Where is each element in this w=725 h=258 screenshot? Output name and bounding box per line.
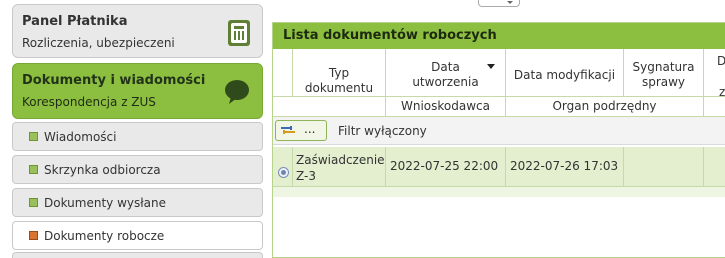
filter-bar: ... Filtr wyłączony [273, 117, 725, 145]
header-data-utworzenia[interactable]: Data utworzenia [386, 49, 506, 97]
speech-bubble-icon [225, 80, 249, 104]
dokumenty-i-wiadomosci-card[interactable]: Dokumenty i wiadomości Korespondencja z … [12, 63, 263, 119]
header-label: Data modyfikacji [513, 68, 616, 82]
sidebar-item-label: Wiadomości [44, 130, 117, 144]
filter-button[interactable]: ... [275, 120, 327, 141]
sidebar-item-skrzynka-odbiorcza[interactable]: Skrzynka odbiorcza [12, 155, 263, 184]
header-cut-column[interactable]: D z [704, 49, 725, 99]
sidebar-item-label: Skrzynka odbiorcza [44, 163, 161, 177]
subheader-wnioskodawca[interactable]: Wnioskodawca [386, 97, 506, 117]
panel-platnika-subtitle: Rozliczenia, ubezpieczeni [22, 36, 175, 50]
header-label: Sygnatura [632, 60, 695, 74]
sidebar-item-label: Dokumenty wysłane [44, 196, 166, 210]
sidebar: Panel Płatnika Rozliczenia, ubezpieczeni… [0, 0, 270, 258]
subheader-organ-podrzedny[interactable]: Organ podrzędny [506, 97, 704, 117]
filter-icon [281, 126, 295, 134]
sidebar-item-next[interactable] [12, 252, 263, 258]
subheader-cut [704, 97, 725, 117]
panel-platnika-card[interactable]: Panel Płatnika Rozliczenia, ubezpieczeni [12, 4, 263, 58]
cell-data-modyfikacji: 2022-07-26 17:03 [506, 147, 624, 187]
header-label: Typ [328, 66, 350, 80]
row-radio-button[interactable] [278, 167, 289, 178]
cell-text: 2022-07-25 22:00 [390, 159, 499, 173]
sidebar-item-dokumenty-robocze[interactable]: Dokumenty robocze [12, 221, 263, 250]
top-select-fragment[interactable] [478, 0, 520, 7]
table-row-spacer [273, 187, 725, 197]
cell-data-utworzenia: 2022-07-25 22:00 [386, 147, 506, 187]
bullet-icon [29, 231, 38, 240]
sidebar-item-dokumenty-wyslane[interactable]: Dokumenty wysłane [12, 188, 263, 217]
sidebar-item-label: Dokumenty robocze [44, 229, 165, 243]
filter-status-label: Filtr wyłączony [338, 124, 427, 138]
cell-text: Z-3 [296, 169, 316, 183]
sort-desc-icon [487, 64, 495, 69]
panel-platnika-title: Panel Płatnika [22, 14, 128, 29]
bullet-icon [29, 165, 38, 174]
panel-title: Lista dokumentów roboczych [273, 23, 725, 49]
subheader-blank [273, 97, 386, 117]
header-label: dokumentu [304, 81, 374, 95]
sidebar-item-wiadomosci[interactable]: Wiadomości [12, 122, 263, 151]
bullet-icon [29, 132, 38, 141]
cell-text: Zaświadczenie [296, 153, 385, 167]
dokumenty-title: Dokumenty i wiadomości [22, 73, 206, 88]
cell-typ-dokumentu: Zaświadczenie Z-3 [293, 147, 386, 187]
row-select-cell[interactable] [273, 147, 293, 187]
header-data-modyfikacji[interactable]: Data modyfikacji [506, 49, 624, 97]
dokumenty-subtitle: Korespondencja z ZUS [22, 95, 156, 109]
filter-button-dots: ... [304, 122, 316, 136]
header-label: utworzenia [412, 75, 479, 89]
header-sygnatura-sprawy[interactable]: Sygnatura sprawy [624, 49, 704, 97]
header-select-column [273, 49, 293, 97]
cell-text: 2022-07-26 17:03 [510, 159, 619, 173]
chevron-down-icon [507, 1, 513, 4]
table-row[interactable]: Zaświadczenie Z-3 2022-07-25 22:00 2022-… [273, 147, 725, 187]
cell-sygnatura-sprawy [624, 147, 704, 187]
header-label: sprawy [641, 75, 686, 89]
cell-cut [704, 147, 725, 187]
building-icon [228, 20, 250, 46]
header-typ-dokumentu[interactable]: Typ dokumentu [293, 49, 386, 97]
document-list-panel: Lista dokumentów roboczych Typ dokumentu… [272, 22, 725, 258]
bullet-icon [29, 198, 38, 207]
header-label: D [717, 54, 725, 69]
